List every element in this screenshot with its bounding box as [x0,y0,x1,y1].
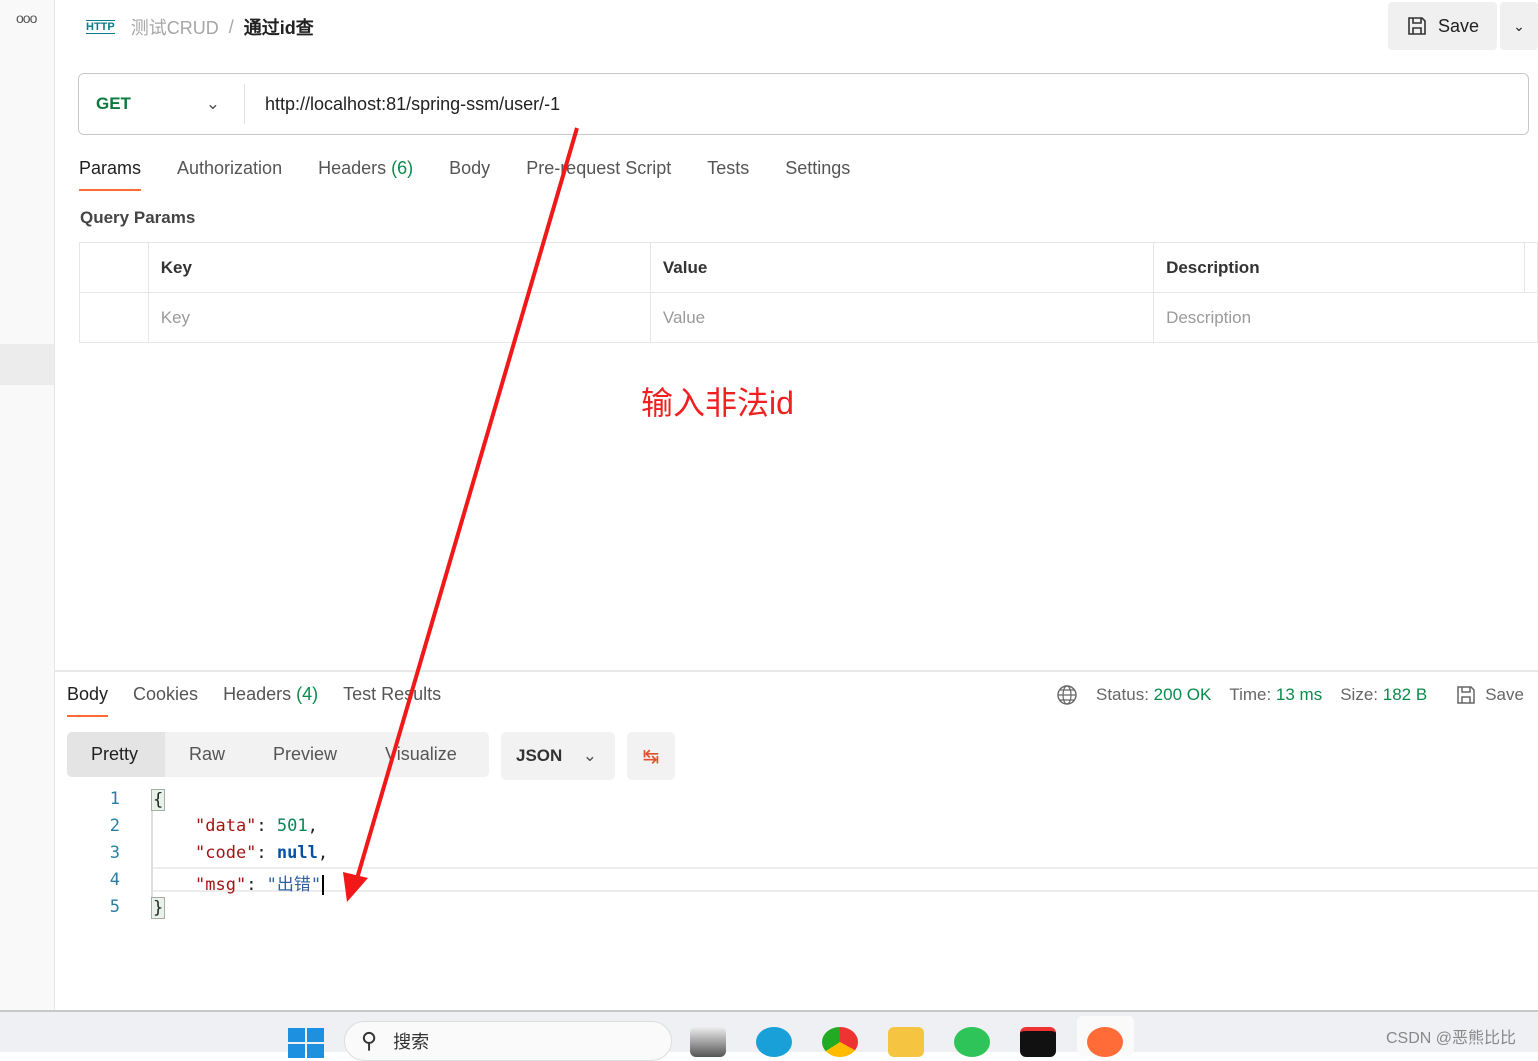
sidebar [0,0,55,1010]
url-bar: GET ⌄ http://localhost:81/spring-ssm/user… [78,73,1529,135]
chevron-down-icon: ⌄ [1513,17,1525,34]
wechat-icon[interactable] [954,1027,990,1057]
breadcrumb: HTTP 测试CRUD / 通过id查 [86,14,314,40]
windows-start-icon[interactable] [288,1028,324,1058]
more-icon[interactable]: ooo [16,10,37,26]
key-input[interactable]: Key [147,292,651,343]
task-view-icon[interactable] [690,1027,726,1057]
query-params-table: Key Value Description Key Value Description [79,242,1538,343]
save-icon [1408,17,1426,35]
breadcrumb-collection[interactable]: 测试CRUD [131,14,219,40]
save-icon [1457,686,1475,704]
format-label: JSON [516,746,563,765]
breadcrumb-separator: / [228,16,234,37]
response-divider[interactable] [55,670,1538,672]
size: Size: 182 B [1340,685,1428,704]
tab-params[interactable]: Params [79,158,142,191]
tab-response-headers[interactable]: Headers (4) [223,684,318,717]
annotation-text: 输入非法id [641,385,794,421]
save-button[interactable]: Save [1388,2,1497,50]
url-input[interactable]: http://localhost:81/spring-ssm/user/-1 [245,94,560,115]
tab-tests[interactable]: Tests [707,158,749,191]
view-raw[interactable]: Raw [165,744,249,765]
tab-response-body[interactable]: Body [67,684,109,717]
query-params-title: Query Params [80,208,196,227]
sidebar-selected-item[interactable] [0,344,54,385]
code-line: "code": null, [195,843,329,863]
view-pretty[interactable]: Pretty [67,732,165,777]
globe-icon[interactable] [1056,684,1078,706]
view-mode-selector: Pretty Raw Preview Visualize [67,732,489,777]
tab-settings[interactable]: Settings [785,158,850,191]
column-description: Description [1153,242,1525,293]
intellij-icon[interactable] [1020,1027,1056,1057]
file-explorer-icon[interactable] [888,1027,924,1057]
chevron-down-icon: ⌄ [205,94,220,113]
save-response-button[interactable]: Save [1455,684,1524,706]
wrap-icon: ↹ [642,745,660,768]
postman-icon[interactable] [1087,1027,1123,1057]
search-icon: ⚲ [361,1028,378,1053]
column-key: Key [147,242,651,293]
time: Time: 13 ms [1229,685,1323,704]
response-tabs: Body Cookies Headers (4) Test Results [67,684,466,717]
tab-body[interactable]: Body [449,158,490,191]
http-icon: HTTP [86,20,115,34]
tab-test-results[interactable]: Test Results [343,684,441,717]
save-label: Save [1437,15,1480,36]
checkbox-column [79,242,149,293]
column-value: Value [649,242,1155,293]
request-tabs: Params Authorization Headers (6) Body Pr… [79,158,886,191]
tab-authorization[interactable]: Authorization [177,158,282,191]
description-input[interactable]: Description [1153,292,1538,343]
tab-headers[interactable]: Headers (6) [318,158,413,191]
current-line-highlight [152,867,1538,892]
code-line: "data": 501, [195,816,318,836]
format-select[interactable]: JSON ⌄ [501,732,615,780]
indent-guide [151,800,153,910]
brace-close: } [151,897,166,919]
tab-cookies[interactable]: Cookies [133,684,198,717]
chevron-down-icon: ⌄ [582,746,597,765]
value-input[interactable]: Value [649,292,1155,343]
status: Status: 200 OK [1096,685,1212,704]
request-name[interactable]: 通过id查 [244,14,314,40]
method-label: GET [96,94,131,113]
view-preview[interactable]: Preview [249,744,361,765]
method-select[interactable]: GET ⌄ [79,84,245,124]
taskbar-search[interactable]: ⚲ 搜索 [344,1021,672,1061]
code-line: "msg": "出错" [195,870,325,895]
save-dropdown-button[interactable]: ⌄ [1500,2,1538,50]
wrap-lines-button[interactable]: ↹ [627,732,675,780]
view-visualize[interactable]: Visualize [361,744,481,765]
watermark: CSDN @恶熊比比 [1386,1030,1517,1047]
edge-icon[interactable] [756,1027,792,1057]
chrome-icon[interactable] [822,1027,858,1057]
response-status: Status: 200 OK Time: 13 ms Size: 182 B S… [1056,684,1524,706]
brace-open: { [151,789,166,811]
tab-pre-request-script[interactable]: Pre-request Script [526,158,671,191]
